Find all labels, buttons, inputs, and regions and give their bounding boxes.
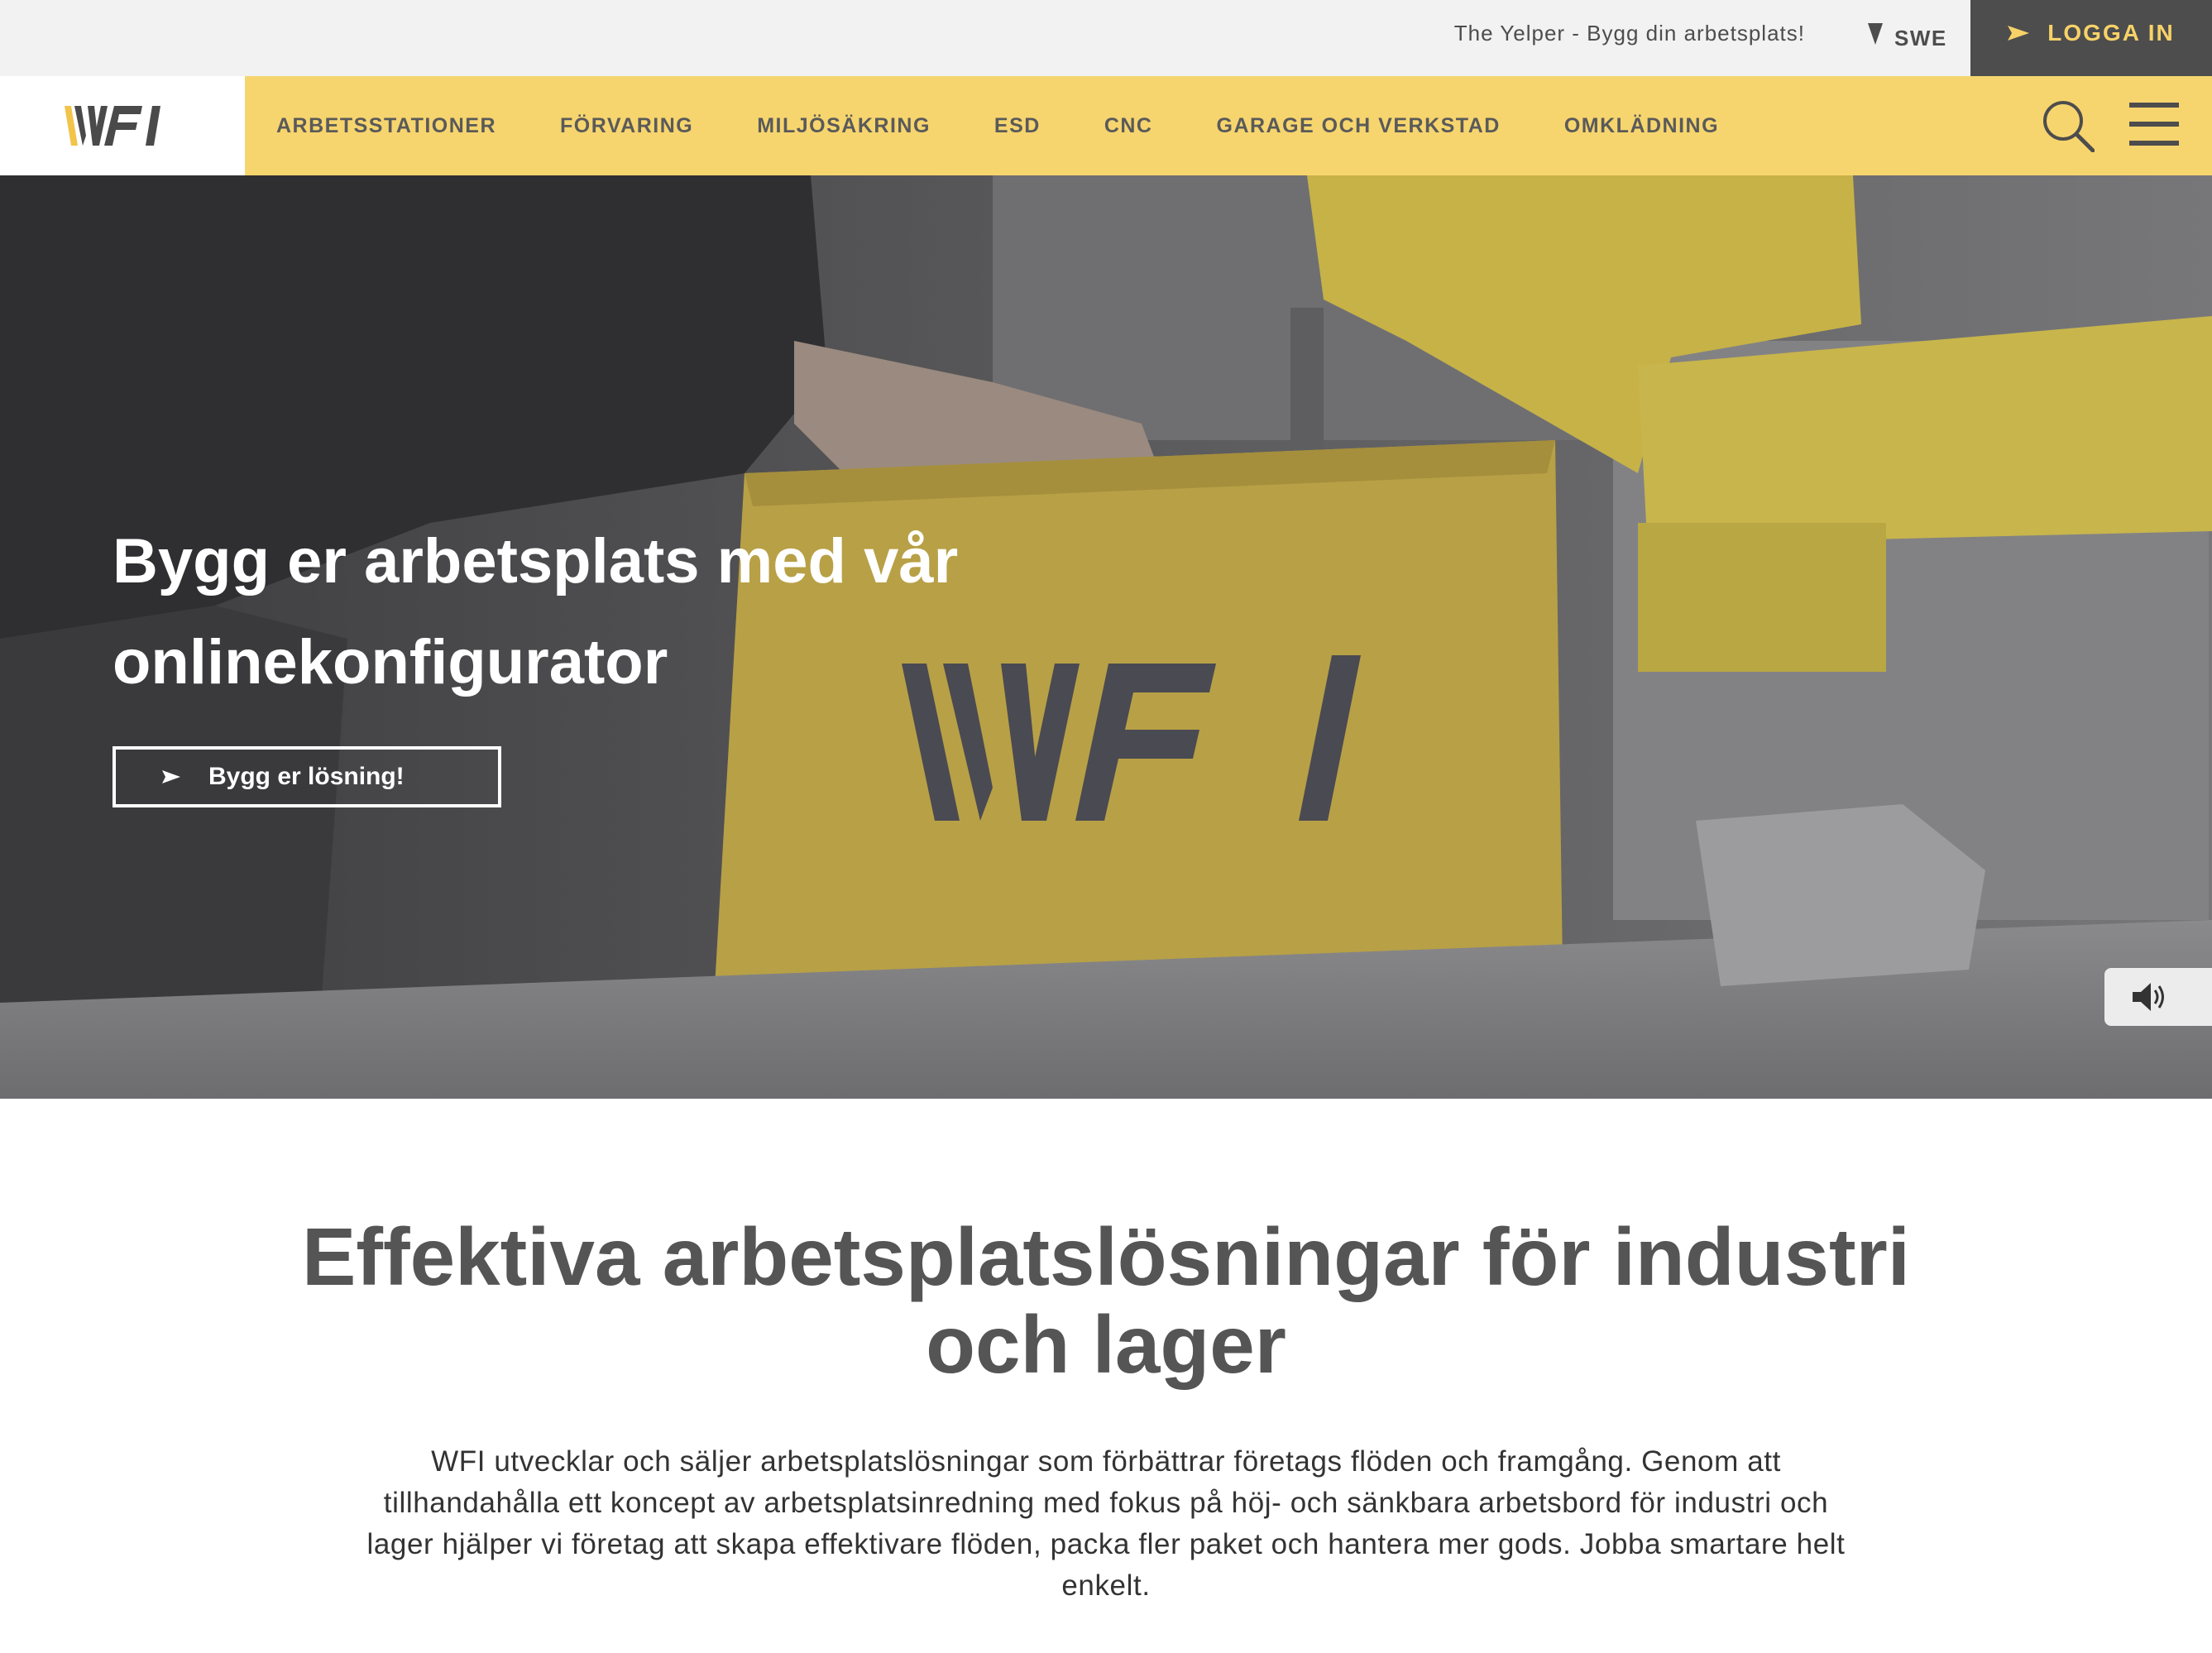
- tagline-link[interactable]: The Yelper - Bygg din arbetsplats!: [1454, 0, 1805, 76]
- nav-items: ARBETSSTATIONER FÖRVARING MILJÖSÄKRING E…: [276, 76, 1783, 175]
- nav-item-arbetsstationer[interactable]: ARBETSSTATIONER: [276, 114, 496, 138]
- nav-item-miljosakring[interactable]: MILJÖSÄKRING: [757, 114, 931, 138]
- arrow-right-icon: [2008, 26, 2030, 41]
- language-label: SWE: [1894, 26, 1947, 50]
- nav-item-forvaring[interactable]: FÖRVARING: [560, 114, 693, 138]
- logo-link[interactable]: [0, 76, 245, 175]
- sound-on-icon: [2133, 983, 2164, 1011]
- login-label: LOGGA IN: [2047, 20, 2175, 46]
- wfi-logo: [65, 106, 160, 146]
- hamburger-menu-icon[interactable]: [2128, 99, 2181, 149]
- login-button[interactable]: LOGGA IN: [1970, 0, 2212, 76]
- sound-toggle-button[interactable]: [2104, 968, 2212, 1026]
- hero-cta-label: Bygg er lösning!: [208, 763, 405, 790]
- intro-paragraph: WFI utvecklar och säljer arbetsplatslösn…: [366, 1445, 1846, 1602]
- intro-heading: Effektiva arbetsplatslösningar för indus…: [301, 1211, 1911, 1390]
- hero-title: Bygg er arbetsplats med vår onlinekonfig…: [113, 526, 959, 697]
- main-navigation: ARBETSSTATIONER FÖRVARING MILJÖSÄKRING E…: [245, 76, 2212, 175]
- hero-banner: Bygg er arbetsplats med vår onlinekonfig…: [0, 175, 2212, 1099]
- nav-item-garage-och-verkstad[interactable]: GARAGE OCH VERKSTAD: [1217, 114, 1501, 138]
- nav-item-esd[interactable]: ESD: [994, 114, 1041, 138]
- search-icon[interactable]: [2042, 99, 2095, 152]
- location-pin-icon: [1868, 23, 1883, 45]
- arrow-right-icon: [162, 770, 180, 783]
- nav-item-cnc[interactable]: CNC: [1104, 114, 1153, 138]
- hero-cta-button[interactable]: Bygg er lösning!: [113, 746, 501, 807]
- top-utility-bar: The Yelper - Bygg din arbetsplats! SWE: [0, 0, 2212, 76]
- nav-item-omkladning[interactable]: OMKLÄDNING: [1564, 114, 1719, 138]
- language-selector[interactable]: SWE: [1868, 0, 1947, 76]
